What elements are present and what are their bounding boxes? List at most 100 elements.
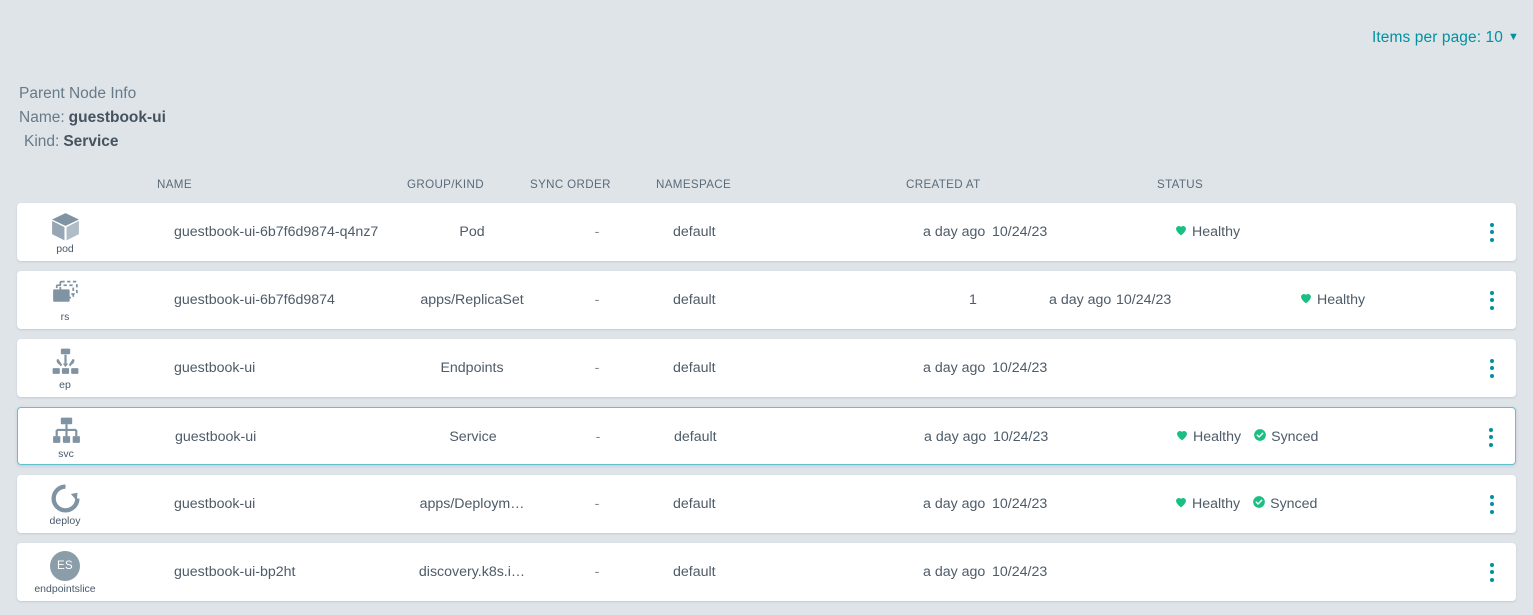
replicaset-icon — [49, 278, 82, 311]
parent-node-name-value: guestbook-ui — [68, 109, 166, 126]
column-header-status: STATUS — [1157, 178, 1204, 191]
check-circle-icon — [1252, 495, 1266, 513]
parent-node-kind-row: Kind: Service — [19, 130, 166, 154]
resource-kind-label: rs — [60, 310, 70, 323]
heart-icon — [1299, 291, 1313, 309]
resource-kind-label: deploy — [49, 514, 81, 527]
resource-rows-container: pod guestbook-ui-6b7f6d9874-q4nz7 Pod - … — [17, 203, 1516, 611]
cell-created-date: 10/24/23 — [992, 360, 1048, 376]
endpointslice-badge: ES — [50, 551, 80, 581]
status-label: Synced — [1271, 429, 1319, 445]
pod-icon — [49, 210, 82, 243]
cell-namespace: default — [673, 564, 716, 580]
items-per-page-selector[interactable]: Items per page: 10 ▼ — [1372, 29, 1519, 47]
kebab-menu-icon[interactable] — [1482, 271, 1502, 329]
cell-status: Healthy Synced — [1174, 475, 1317, 533]
cell-name[interactable]: guestbook-ui — [174, 475, 255, 533]
kebab-menu-icon[interactable] — [1481, 408, 1501, 466]
column-header-name: NAME — [157, 178, 192, 191]
cell-group-kind: discovery.k8s.i… — [418, 564, 526, 580]
cell-namespace: default — [673, 224, 716, 240]
column-header-created-at: CREATED AT — [906, 178, 981, 191]
cell-created-ago: a day ago — [923, 496, 986, 512]
table-row[interactable]: deploy guestbook-ui apps/Deploym… - defa… — [17, 475, 1516, 533]
cell-group-kind: apps/Deploym… — [419, 496, 525, 512]
resource-kind-icon-cell: svc — [27, 408, 105, 466]
kebab-menu-icon[interactable] — [1482, 475, 1502, 533]
cell-name[interactable]: guestbook-ui — [175, 408, 256, 466]
status-label: Healthy — [1192, 496, 1241, 512]
service-icon — [50, 415, 83, 448]
status-badge: Healthy — [1174, 495, 1240, 513]
status-badge: Synced — [1253, 428, 1318, 446]
cell-namespace: default — [674, 429, 717, 445]
cell-created-date: 10/24/23 — [993, 429, 1049, 445]
cell-created-date: 10/24/23 — [992, 224, 1048, 240]
cell-created-ago: a day ago — [1049, 292, 1112, 308]
cell-sync-order: - — [594, 224, 600, 240]
kebab-menu-icon[interactable] — [1482, 543, 1502, 601]
parent-node-name-row: Name: guestbook-ui — [19, 106, 166, 130]
cell-sync-order: - — [594, 564, 600, 580]
table-row[interactable]: rs guestbook-ui-6b7f6d9874 apps/ReplicaS… — [17, 271, 1516, 329]
parent-node-kind-label: Kind: — [24, 133, 60, 150]
resource-kind-icon-cell: ep — [26, 339, 104, 397]
table-row[interactable]: svc guestbook-ui Service - default a day… — [17, 407, 1516, 465]
heart-icon — [1174, 495, 1188, 513]
kebab-menu-icon[interactable] — [1482, 203, 1502, 261]
items-per-page-label: Items per page: 10 — [1371, 29, 1503, 46]
table-row[interactable]: ep guestbook-ui Endpoints - default a da… — [17, 339, 1516, 397]
parent-node-info-title: Parent Node Info — [19, 85, 137, 102]
status-badge: Healthy — [1175, 428, 1241, 446]
parent-node-kind-value: Service — [63, 133, 119, 150]
column-header-namespace: NAMESPACE — [656, 178, 732, 191]
status-label: Synced — [1270, 496, 1318, 512]
cell-created-date: 10/24/23 — [992, 496, 1048, 512]
cell-name[interactable]: guestbook-ui-6b7f6d9874 — [174, 271, 335, 329]
resource-kind-icon-cell: deploy — [26, 475, 104, 533]
cell-created-ago: a day ago — [923, 564, 986, 580]
cell-created-ago: a day ago — [924, 429, 987, 445]
resource-kind-icon-cell: rs — [26, 271, 104, 329]
status-label: Healthy — [1317, 292, 1366, 308]
cell-sync-order: - — [594, 292, 600, 308]
cell-sync-order: - — [594, 360, 600, 376]
cell-name[interactable]: guestbook-ui-bp2ht — [174, 543, 295, 601]
chevron-down-icon: ▼ — [1508, 31, 1519, 43]
table-row[interactable]: ES endpointslice guestbook-ui-bp2ht disc… — [17, 543, 1516, 601]
cell-created-date: 10/24/23 — [1116, 292, 1172, 308]
endpoints-icon — [49, 346, 82, 379]
cell-sync-order: - — [594, 496, 600, 512]
cell-group-kind: Service — [449, 429, 497, 445]
table-row[interactable]: pod guestbook-ui-6b7f6d9874-q4nz7 Pod - … — [17, 203, 1516, 261]
heart-icon — [1174, 223, 1188, 241]
resource-kind-label: endpointslice — [34, 582, 96, 595]
resource-kind-label: ep — [59, 378, 71, 391]
cell-group-kind: Pod — [459, 224, 485, 240]
column-header-sync-order: SYNC ORDER — [530, 178, 611, 191]
status-label: Healthy — [1192, 224, 1241, 240]
table-column-headers: NAME GROUP/KIND SYNC ORDER NAMESPACE CRE… — [0, 178, 1533, 194]
resource-kind-icon-cell: pod — [26, 203, 104, 261]
status-badge: Healthy — [1299, 291, 1365, 309]
toolbar: Items per page: 10 ▼ — [0, 0, 1533, 62]
cell-status: Healthy — [1299, 271, 1365, 329]
cell-sync-order: - — [595, 429, 601, 445]
cell-name[interactable]: guestbook-ui — [174, 339, 255, 397]
status-label: Healthy — [1193, 429, 1242, 445]
cell-created-ago: a day ago — [923, 360, 986, 376]
resource-kind-icon-cell: ES endpointslice — [26, 543, 104, 601]
status-badge: Healthy — [1174, 223, 1240, 241]
cell-group-kind: apps/ReplicaSet — [420, 292, 524, 308]
kebab-menu-icon[interactable] — [1482, 339, 1502, 397]
cell-created-date: 10/24/23 — [992, 564, 1048, 580]
cell-namespace: default — [673, 496, 716, 512]
check-circle-icon — [1253, 428, 1267, 446]
cell-status: Healthy — [1174, 203, 1240, 261]
resource-tree-list-view: Items per page: 10 ▼ Parent Node Info Nam… — [0, 0, 1533, 615]
cell-name[interactable]: guestbook-ui-6b7f6d9874-q4nz7 — [174, 203, 378, 261]
cell-namespace: default — [673, 360, 716, 376]
resource-kind-label: pod — [56, 242, 74, 255]
resource-kind-label: svc — [58, 447, 74, 460]
endpointslice-icon: ES — [50, 550, 80, 583]
